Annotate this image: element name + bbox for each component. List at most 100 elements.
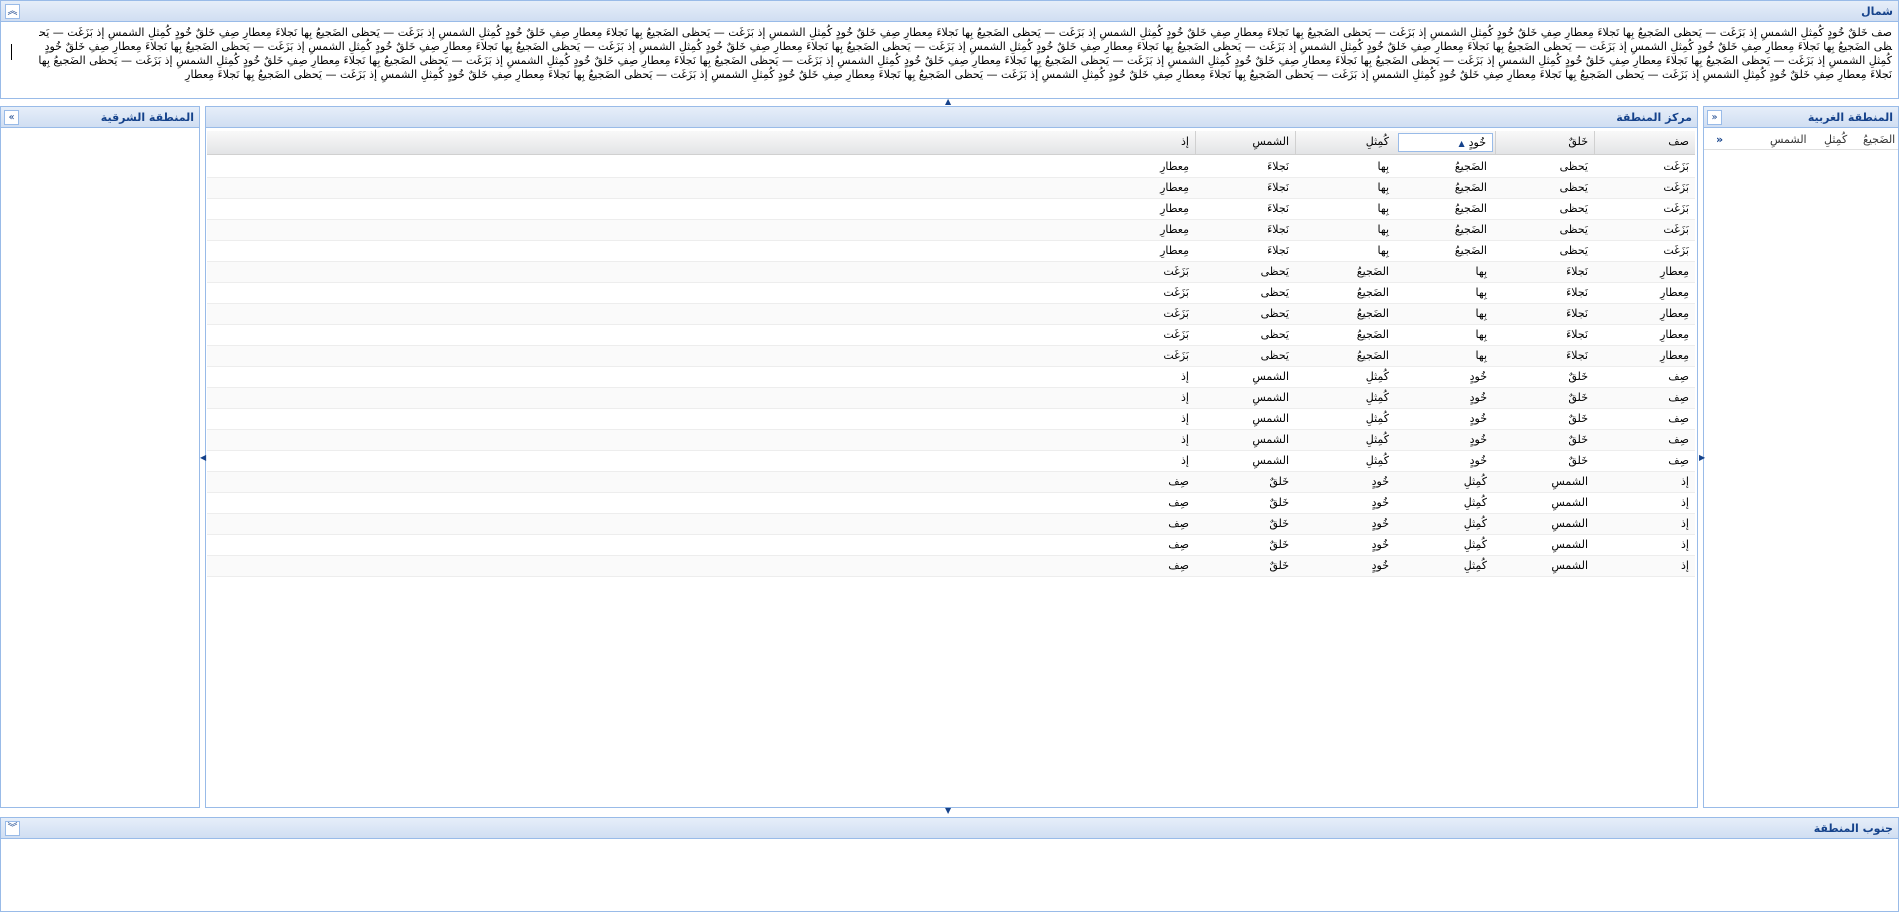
table-cell: صِف xyxy=(1668,433,1689,446)
table-cell: كُمِثلِ xyxy=(1365,454,1389,467)
table-cell: بِها xyxy=(1475,328,1487,341)
column-header-2[interactable]: خَلقٌ xyxy=(1495,131,1594,154)
north-splitter-collapse-icon[interactable]: ▲ xyxy=(945,97,951,106)
table-row[interactable]: إذ الشمسِ كُمِثلِ خُودٍ خَلقٌ صِف xyxy=(207,556,1695,577)
table-row[interactable]: إذ الشمسِ كُمِثلِ خُودٍ خَلقٌ صِف xyxy=(207,514,1695,535)
center-panel-title: مركز المنطقة xyxy=(1616,110,1692,124)
table-cell: بِها xyxy=(1377,202,1389,215)
column-header-5[interactable]: الشمسِ xyxy=(1195,131,1295,154)
table-cell: إذ xyxy=(1681,496,1689,509)
table-cell: خُودٍ xyxy=(1469,370,1487,383)
table-row[interactable]: بَزَغَت يَحظى الضَجيعُ بِها نَجلاءَ مِعطارِ xyxy=(207,220,1695,241)
south-panel-body xyxy=(0,839,1899,912)
table-cell: الضَجيعُ xyxy=(1454,181,1487,194)
collapse-south-button[interactable]: ︾ xyxy=(5,821,20,836)
table-cell: يَحظى xyxy=(1559,202,1588,215)
table-cell: يَحظى xyxy=(1260,349,1289,362)
table-cell: الشمسِ xyxy=(1551,559,1588,572)
east-panel-header: المنطقة الشرقية » xyxy=(0,106,200,128)
table-row[interactable]: مِعطارِ نَجلاءَ بِها الضَجيعُ يَحظى بَزَغَت xyxy=(207,262,1695,283)
west-column-header[interactable]: كُمِثلِ xyxy=(1820,128,1851,150)
table-cell: يَحظى xyxy=(1260,286,1289,299)
table-row[interactable]: بَزَغَت يَحظى الضَجيعُ بِها نَجلاءَ مِعطارِ xyxy=(207,199,1695,220)
chevron-double-down-icon: ︾ xyxy=(7,822,18,834)
table-cell: خَلقٌ xyxy=(1269,496,1289,509)
table-cell: خَلقٌ xyxy=(1269,559,1289,572)
table-cell: مِعطارِ xyxy=(1660,286,1689,299)
table-cell: مِعطارِ xyxy=(1660,349,1689,362)
table-cell: بَزَغَت xyxy=(1163,328,1189,341)
table-cell: كُمِثلِ xyxy=(1365,391,1389,404)
table-cell: بَزَغَت xyxy=(1663,223,1689,236)
table-cell: خَلقٌ xyxy=(1269,517,1289,530)
text-caret xyxy=(11,44,12,60)
east-splitter-collapse-icon[interactable]: ◀ xyxy=(200,453,206,462)
table-cell: خُودٍ xyxy=(1469,454,1487,467)
table-cell: خَلقٌ xyxy=(1568,391,1588,404)
table-cell: إذ xyxy=(1181,370,1189,383)
table-cell: بِها xyxy=(1475,286,1487,299)
table-row[interactable]: صِف خَلقٌ خُودٍ كُمِثلِ الشمسِ إذ xyxy=(207,388,1695,409)
collapse-north-button[interactable]: ︽ xyxy=(5,4,20,19)
table-cell: كُمِثلِ xyxy=(1463,538,1487,551)
table-cell: الشمسِ xyxy=(1252,454,1289,467)
table-cell: مِعطارِ xyxy=(1160,202,1189,215)
table-cell: إذ xyxy=(1681,559,1689,572)
table-cell: كُمِثلِ xyxy=(1463,517,1487,530)
table-cell: الضَجيعُ xyxy=(1454,160,1487,173)
table-cell: الضَجيعُ xyxy=(1356,349,1389,362)
table-cell: خُودٍ xyxy=(1469,412,1487,425)
west-grid-header: الضَجيعُ كُمِثلِ الشمسِ » xyxy=(1704,128,1898,150)
west-panel-body: الضَجيعُ كُمِثلِ الشمسِ » xyxy=(1703,128,1899,808)
collapse-east-button[interactable]: » xyxy=(4,110,19,125)
table-row[interactable]: إذ الشمسِ كُمِثلِ خُودٍ خَلقٌ صِف xyxy=(207,535,1695,556)
chevron-double-right-icon: » xyxy=(8,111,15,123)
table-cell: نَجلاءَ xyxy=(1267,244,1289,257)
table-cell: بِها xyxy=(1475,349,1487,362)
table-row[interactable]: مِعطارِ نَجلاءَ بِها الضَجيعُ يَحظى بَزَغَت xyxy=(207,346,1695,367)
table-cell: نَجلاءَ xyxy=(1267,202,1289,215)
table-row[interactable]: إذ الشمسِ كُمِثلِ خُودٍ خَلقٌ صِف xyxy=(207,472,1695,493)
expand-columns-icon[interactable]: » xyxy=(1712,128,1727,150)
table-cell: بَزَغَت xyxy=(1663,202,1689,215)
table-row[interactable]: مِعطارِ نَجلاءَ بِها الضَجيعُ يَحظى بَزَغَت xyxy=(207,304,1695,325)
table-cell: صِف xyxy=(1668,412,1689,425)
table-cell: خَلقٌ xyxy=(1269,538,1289,551)
table-row[interactable]: صِف خَلقٌ خُودٍ كُمِثلِ الشمسِ إذ xyxy=(207,430,1695,451)
table-row[interactable]: صِف خَلقٌ خُودٍ كُمِثلِ الشمسِ إذ xyxy=(207,409,1695,430)
table-cell: الضَجيعُ xyxy=(1356,286,1389,299)
column-header-1[interactable]: صف xyxy=(1594,131,1695,154)
west-column-header[interactable]: الشمسِ xyxy=(1766,128,1811,150)
east-panel-title: المنطقة الشرقية xyxy=(100,110,194,124)
table-cell: خَلقٌ xyxy=(1568,370,1588,383)
table-row[interactable]: بَزَغَت يَحظى الضَجيعُ بِها نَجلاءَ مِعطارِ xyxy=(207,157,1695,178)
table-cell: مِعطارِ xyxy=(1160,244,1189,257)
collapse-west-button[interactable]: « xyxy=(1707,110,1722,125)
table-cell: إذ xyxy=(1681,538,1689,551)
table-cell: إذ xyxy=(1681,517,1689,530)
west-splitter-collapse-icon[interactable]: ▶ xyxy=(1699,453,1705,462)
table-cell: بَزَغَت xyxy=(1663,181,1689,194)
south-splitter-collapse-icon[interactable]: ▼ xyxy=(945,806,951,815)
west-column-header[interactable]: الضَجيعُ xyxy=(1859,128,1898,150)
table-cell: صِف xyxy=(1168,538,1189,551)
table-cell: الشمسِ xyxy=(1252,391,1289,404)
table-cell: إذ xyxy=(1181,412,1189,425)
table-cell: الشمسِ xyxy=(1551,496,1588,509)
table-cell: بِها xyxy=(1377,244,1389,257)
table-row[interactable]: صِف خَلقٌ خُودٍ كُمِثلِ الشمسِ إذ xyxy=(207,367,1695,388)
table-cell: الضَجيعُ xyxy=(1454,202,1487,215)
table-row[interactable]: صِف خَلقٌ خُودٍ كُمِثلِ الشمسِ إذ xyxy=(207,451,1695,472)
column-header-3[interactable]: خُودٍ▲ xyxy=(1398,133,1493,152)
table-cell: بَزَغَت xyxy=(1163,265,1189,278)
column-header-4[interactable]: كُمِثلِ xyxy=(1295,131,1395,154)
table-row[interactable]: مِعطارِ نَجلاءَ بِها الضَجيعُ يَحظى بَزَغَت xyxy=(207,325,1695,346)
table-cell: نَجلاءَ xyxy=(1566,286,1588,299)
table-row[interactable]: بَزَغَت يَحظى الضَجيعُ بِها نَجلاءَ مِعطارِ xyxy=(207,241,1695,262)
table-cell: بِها xyxy=(1475,307,1487,320)
column-header-6[interactable]: إذ xyxy=(207,131,1195,154)
table-cell: الشمسِ xyxy=(1551,538,1588,551)
table-row[interactable]: مِعطارِ نَجلاءَ بِها الضَجيعُ يَحظى بَزَغَت xyxy=(207,283,1695,304)
table-row[interactable]: بَزَغَت يَحظى الضَجيعُ بِها نَجلاءَ مِعطارِ xyxy=(207,178,1695,199)
table-row[interactable]: إذ الشمسِ كُمِثلِ خُودٍ خَلقٌ صِف xyxy=(207,493,1695,514)
